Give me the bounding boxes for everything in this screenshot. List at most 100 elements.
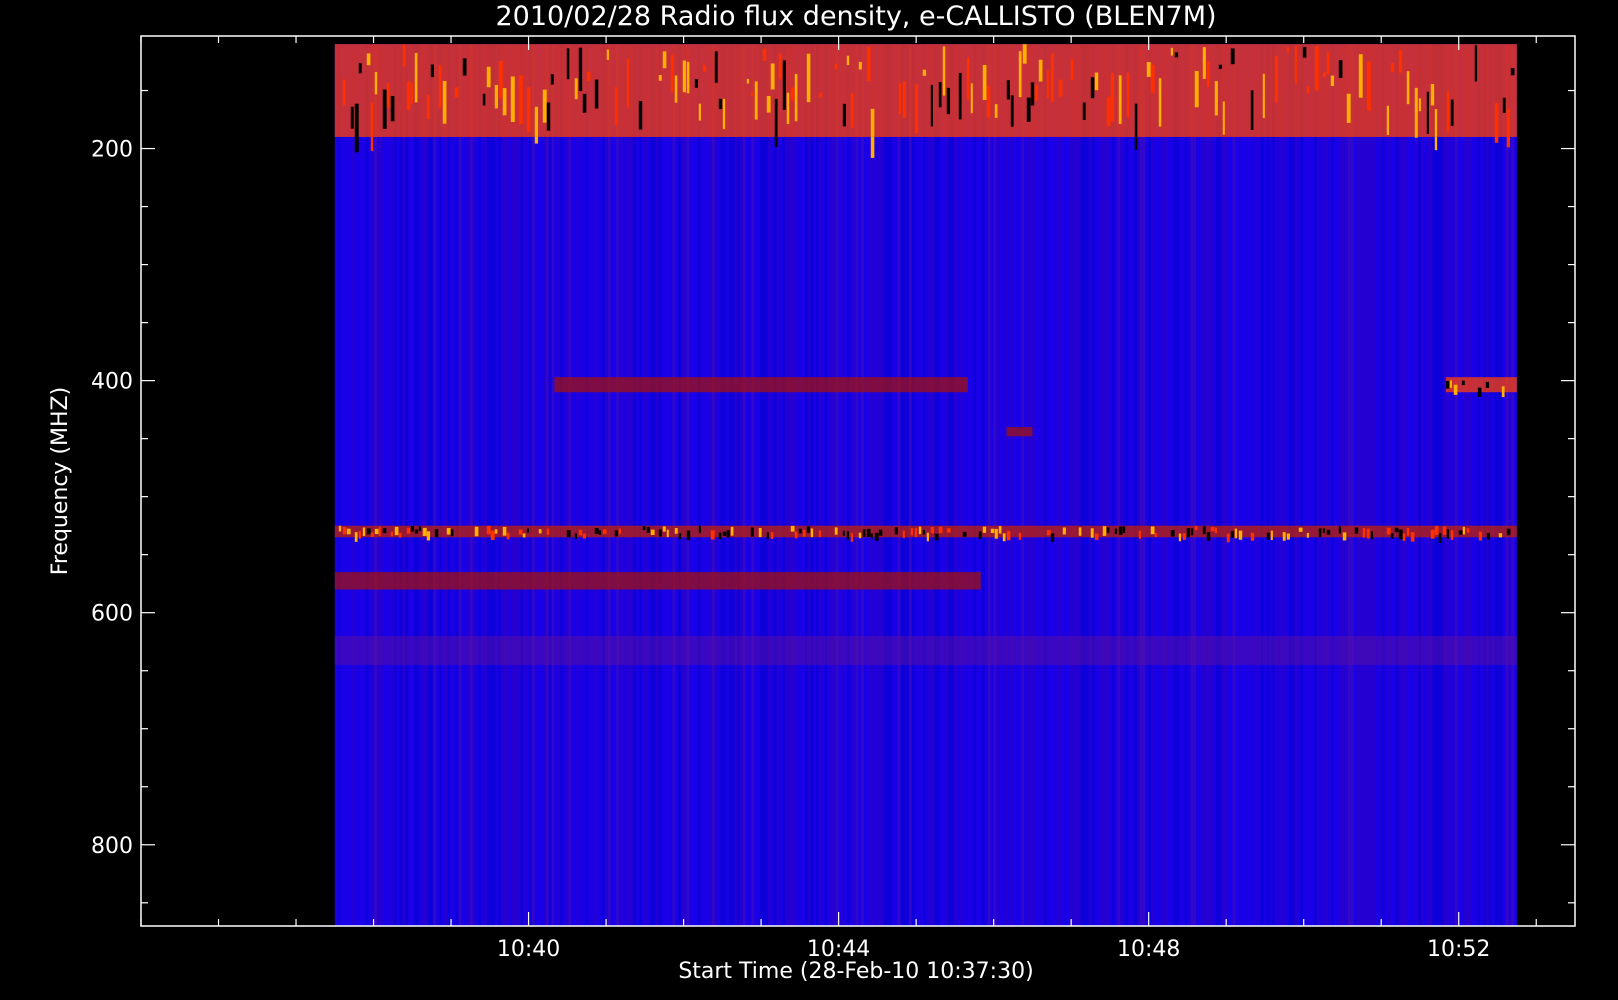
noise-column bbox=[908, 44, 912, 926]
burst-streak bbox=[426, 531, 431, 541]
noise-column bbox=[948, 44, 952, 926]
burst-streak bbox=[710, 530, 715, 540]
burst-streak bbox=[794, 73, 798, 122]
burst-streak bbox=[550, 74, 554, 85]
burst-streak bbox=[1366, 61, 1371, 111]
burst-streak bbox=[1094, 533, 1099, 540]
noise-column bbox=[982, 44, 985, 926]
noise-column bbox=[458, 44, 462, 926]
burst-streak bbox=[750, 527, 754, 537]
noise-column bbox=[1440, 44, 1444, 926]
burst-streak bbox=[766, 95, 771, 113]
noise-column bbox=[1446, 44, 1450, 926]
burst-streak bbox=[1302, 46, 1307, 58]
noise-column bbox=[1429, 44, 1433, 926]
spectrogram-figure: 2010/02/28 Radio flux density, e-CALLIST… bbox=[0, 0, 1618, 1000]
burst-streak bbox=[410, 526, 414, 532]
noise-column bbox=[1103, 44, 1106, 926]
burst-streak bbox=[894, 527, 898, 535]
burst-streak bbox=[1477, 387, 1482, 397]
burst-streak bbox=[1450, 530, 1454, 540]
burst-streak bbox=[418, 526, 422, 532]
burst-streak bbox=[410, 83, 413, 104]
noise-column bbox=[785, 44, 788, 926]
burst-streak bbox=[678, 533, 682, 540]
noise-column bbox=[824, 44, 828, 926]
burst-streak bbox=[438, 64, 442, 109]
feature-band bbox=[334, 572, 981, 590]
noise-column bbox=[1362, 44, 1365, 926]
burst-streak bbox=[358, 530, 361, 539]
burst-streak bbox=[794, 531, 798, 539]
burst-streak bbox=[1446, 91, 1450, 132]
noise-column bbox=[1499, 44, 1503, 926]
burst-streak bbox=[1262, 73, 1265, 119]
burst-streak bbox=[806, 526, 811, 533]
noise-column bbox=[402, 44, 406, 926]
burst-streak bbox=[1226, 533, 1230, 543]
burst-streak bbox=[446, 528, 451, 535]
noise-column bbox=[1069, 44, 1073, 926]
noise-column bbox=[1136, 44, 1140, 926]
burst-streak bbox=[1418, 98, 1421, 112]
x-tick-label: 10:48 bbox=[1117, 937, 1180, 962]
noise-column bbox=[996, 44, 1000, 926]
noise-column bbox=[1314, 44, 1318, 926]
burst-streak bbox=[990, 528, 995, 534]
burst-streak bbox=[850, 532, 853, 542]
burst-streak bbox=[646, 527, 650, 534]
burst-streak bbox=[390, 531, 394, 537]
burst-streak bbox=[718, 532, 722, 540]
burst-streak bbox=[1178, 533, 1182, 542]
noise-column bbox=[1032, 44, 1036, 926]
noise-column bbox=[740, 44, 743, 926]
noise-column bbox=[405, 44, 408, 926]
noise-column bbox=[1105, 44, 1109, 926]
burst-streak bbox=[510, 76, 515, 123]
noise-column bbox=[889, 44, 893, 926]
burst-streak bbox=[1426, 91, 1429, 134]
burst-streak bbox=[422, 527, 427, 536]
burst-streak bbox=[494, 529, 498, 534]
noise-column bbox=[1255, 44, 1258, 926]
noise-column bbox=[793, 44, 797, 926]
burst-streak bbox=[698, 525, 701, 533]
noise-column bbox=[993, 44, 997, 926]
noise-column bbox=[880, 44, 884, 926]
burst-streak bbox=[602, 529, 607, 535]
burst-streak bbox=[498, 60, 503, 99]
burst-streak bbox=[1434, 109, 1438, 151]
noise-column bbox=[1150, 44, 1154, 926]
noise-column bbox=[568, 44, 572, 926]
noise-column bbox=[1378, 44, 1382, 926]
burst-streak bbox=[582, 93, 587, 113]
noise-column bbox=[1432, 44, 1436, 926]
burst-streak bbox=[494, 85, 498, 109]
burst-streak bbox=[1234, 528, 1238, 539]
noise-column bbox=[790, 44, 794, 926]
feature-band bbox=[554, 377, 968, 393]
noise-column bbox=[1477, 44, 1481, 926]
burst-streak bbox=[1485, 381, 1490, 388]
burst-streak bbox=[582, 533, 587, 539]
burst-streak bbox=[878, 529, 883, 536]
noise-column bbox=[576, 44, 580, 926]
burst-streak bbox=[614, 87, 618, 126]
noise-column bbox=[1260, 44, 1264, 926]
noise-column bbox=[1232, 44, 1236, 926]
noise-column bbox=[655, 44, 659, 926]
noise-column bbox=[680, 44, 684, 926]
burst-streak bbox=[1354, 527, 1359, 534]
noise-column bbox=[835, 44, 839, 926]
burst-streak bbox=[810, 528, 814, 538]
noise-column bbox=[422, 44, 425, 926]
noise-column bbox=[1134, 44, 1137, 926]
burst-streak bbox=[938, 81, 942, 108]
noise-column bbox=[557, 44, 560, 926]
burst-streak bbox=[1122, 526, 1126, 533]
burst-streak bbox=[506, 532, 510, 540]
burst-streak bbox=[1461, 380, 1465, 386]
burst-streak bbox=[858, 61, 862, 70]
noise-column bbox=[1091, 44, 1095, 926]
burst-streak bbox=[658, 529, 662, 537]
